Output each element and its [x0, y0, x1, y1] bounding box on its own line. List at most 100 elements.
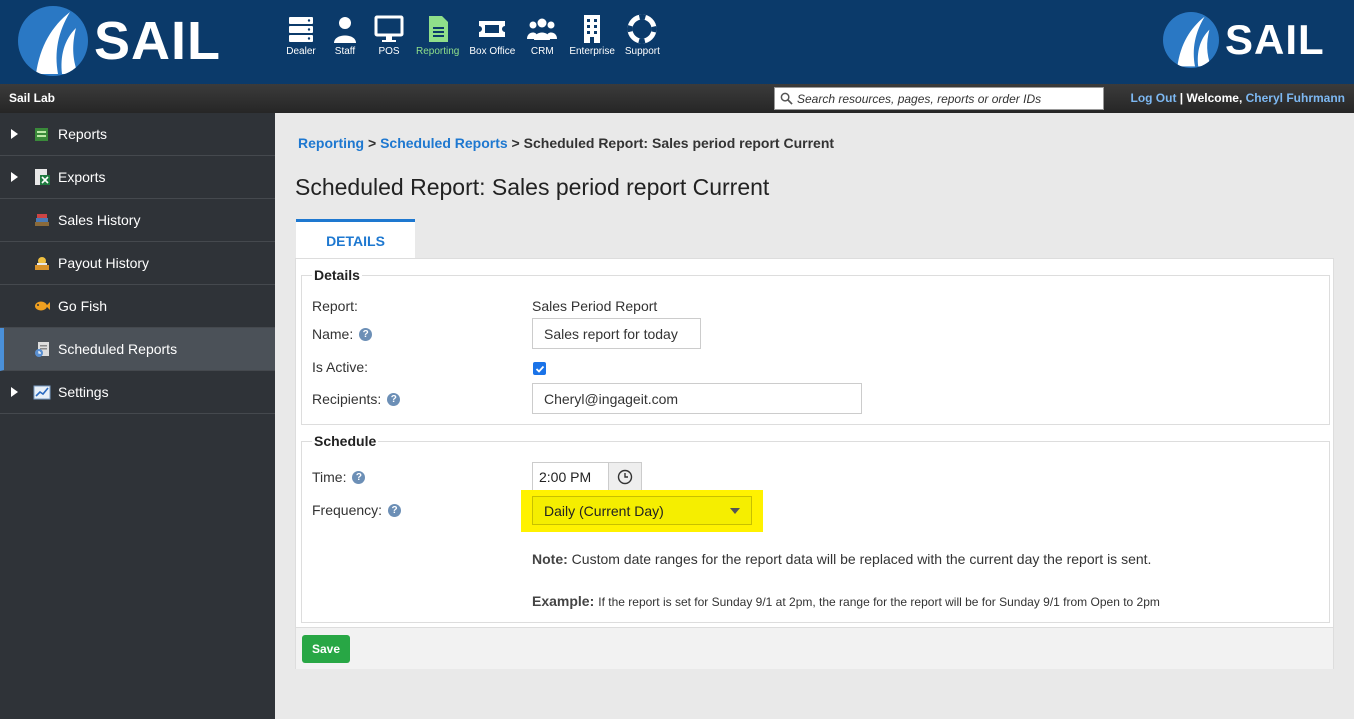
books-icon	[35, 214, 49, 226]
is-active-checkbox[interactable]	[533, 362, 546, 375]
help-icon[interactable]: ?	[352, 470, 366, 484]
breadcrumb: Reporting > Scheduled Reports > Schedule…	[298, 135, 834, 151]
clock-icon	[617, 469, 633, 485]
welcome-text: Welcome,	[1186, 91, 1246, 105]
nav-label: Reporting	[416, 46, 460, 57]
frequency-select[interactable]: Daily (Current Day)	[532, 496, 752, 525]
details-panel: Details Report: Sales Period Report Name…	[295, 258, 1334, 669]
nav-enterprise[interactable]: Enterprise	[569, 14, 615, 57]
breadcrumb-separator: >	[507, 135, 524, 151]
nav-label: POS	[378, 46, 400, 57]
recipients-label-text: Recipients:	[312, 391, 382, 407]
sidebar-item-reports[interactable]: Reports	[0, 113, 275, 156]
save-button[interactable]: Save	[302, 635, 350, 663]
sub-bar: Sail Lab Log Out | Welcome, Cheryl Fuhrm…	[0, 84, 1354, 113]
details-fieldset: Details Report: Sales Period Report Name…	[301, 267, 1330, 425]
fish-icon	[35, 301, 50, 311]
nav-label: Box Office	[469, 46, 516, 57]
lifebuoy-icon	[625, 14, 659, 44]
help-icon[interactable]: ?	[388, 503, 402, 517]
monitor-icon	[372, 14, 406, 44]
user-links: Log Out | Welcome, Cheryl Fuhrmann	[1130, 91, 1345, 105]
help-icon[interactable]: ?	[359, 327, 373, 341]
nav-pos[interactable]: POS	[372, 14, 406, 57]
sidebar-item-sales-history[interactable]: Sales History	[0, 199, 275, 242]
nav-label: Staff	[334, 46, 356, 57]
excel-export-icon	[35, 169, 50, 185]
expand-arrow-icon[interactable]	[11, 129, 18, 139]
note-label: Note:	[532, 551, 568, 567]
separator: |	[1176, 91, 1187, 105]
time-input[interactable]	[532, 462, 609, 492]
sidebar-item-exports[interactable]: Exports	[0, 156, 275, 199]
sidebar-item-label: Sales History	[58, 212, 141, 228]
main-content: Reporting > Scheduled Reports > Schedule…	[275, 113, 1354, 719]
schedule-fieldset: Schedule Time:? Frequency:? Daily (Curre…	[301, 433, 1330, 623]
sidebar-item-label: Exports	[58, 169, 106, 185]
payout-icon	[35, 257, 49, 270]
sidebar-item-payout-history[interactable]: Payout History	[0, 242, 275, 285]
clock-button[interactable]	[609, 462, 642, 492]
help-icon[interactable]: ?	[387, 392, 401, 406]
nav-dealer[interactable]: Dealer	[284, 14, 318, 57]
note-body: Custom date ranges for the report data w…	[567, 551, 1152, 567]
recipients-field[interactable]	[532, 383, 862, 414]
name-field[interactable]	[532, 318, 701, 349]
sidebar-item-label: Go Fish	[58, 298, 108, 314]
logo-text: SAIL	[94, 11, 222, 71]
report-label: Report:	[312, 298, 358, 314]
nav-label: Dealer	[286, 46, 316, 57]
nav-support[interactable]: Support	[625, 14, 660, 57]
logo-text: SAIL	[1225, 16, 1325, 63]
expand-arrow-icon[interactable]	[11, 172, 18, 182]
time-picker	[532, 462, 642, 492]
search-box[interactable]	[774, 87, 1104, 110]
sidebar-item-settings[interactable]: Settings	[0, 371, 275, 414]
breadcrumb-reporting[interactable]: Reporting	[298, 135, 364, 151]
schedule-icon	[35, 342, 49, 357]
person-icon	[328, 14, 362, 44]
tab-details[interactable]: DETAILS	[296, 219, 415, 259]
recipients-label: Recipients:?	[312, 391, 401, 407]
sidebar: Reports Exports Sales History Payout His…	[0, 113, 275, 719]
sail-logo-icon	[18, 6, 88, 76]
sail-logo-right: SAIL	[1163, 12, 1325, 68]
name-label-text: Name:	[312, 326, 354, 342]
expand-arrow-icon[interactable]	[11, 387, 18, 397]
main-nav: Dealer Staff POS Reporting Box Office CR…	[284, 14, 670, 57]
save-bar: Save	[296, 627, 1333, 669]
sidebar-item-label: Settings	[58, 384, 109, 400]
nav-reporting[interactable]: Reporting	[416, 14, 459, 57]
group-icon	[525, 14, 559, 44]
schedule-legend: Schedule	[312, 433, 379, 449]
report-value: Sales Period Report	[532, 298, 658, 314]
sidebar-item-label: Payout History	[58, 255, 150, 271]
search-input[interactable]	[797, 91, 1097, 106]
sidebar-item-scheduled-reports[interactable]: Scheduled Reports	[0, 328, 275, 371]
example-body: If the report is set for Sunday 9/1 at 2…	[598, 595, 1160, 609]
user-name-link[interactable]: Cheryl Fuhrmann	[1246, 91, 1345, 105]
sail-logo[interactable]: SAIL	[18, 6, 221, 76]
settings-chart-icon	[33, 385, 51, 400]
nav-label: CRM	[530, 46, 554, 57]
nav-crm[interactable]: CRM	[525, 14, 559, 57]
details-legend: Details	[312, 267, 362, 283]
logout-link[interactable]: Log Out	[1130, 91, 1176, 105]
time-label-text: Time:	[312, 469, 347, 485]
is-active-label-text: Is Active:	[312, 359, 369, 375]
sidebar-item-go-fish[interactable]: Go Fish	[0, 285, 275, 328]
report-label-text: Report:	[312, 298, 358, 314]
site-name: Sail Lab	[9, 91, 56, 105]
sidebar-item-label: Scheduled Reports	[58, 341, 178, 357]
frequency-value: Daily (Current Day)	[544, 502, 664, 519]
breadcrumb-scheduled-reports[interactable]: Scheduled Reports	[380, 135, 508, 151]
nav-staff[interactable]: Staff	[328, 14, 362, 57]
nav-box-office[interactable]: Box Office	[469, 14, 515, 57]
dropdown-caret-icon	[730, 508, 740, 514]
search-icon	[780, 92, 793, 105]
frequency-label-text: Frequency:	[312, 502, 383, 518]
frequency-label: Frequency:?	[312, 502, 402, 518]
reports-icon	[35, 128, 48, 141]
breadcrumb-current: Scheduled Report: Sales period report Cu…	[523, 135, 835, 151]
server-icon	[284, 14, 318, 44]
